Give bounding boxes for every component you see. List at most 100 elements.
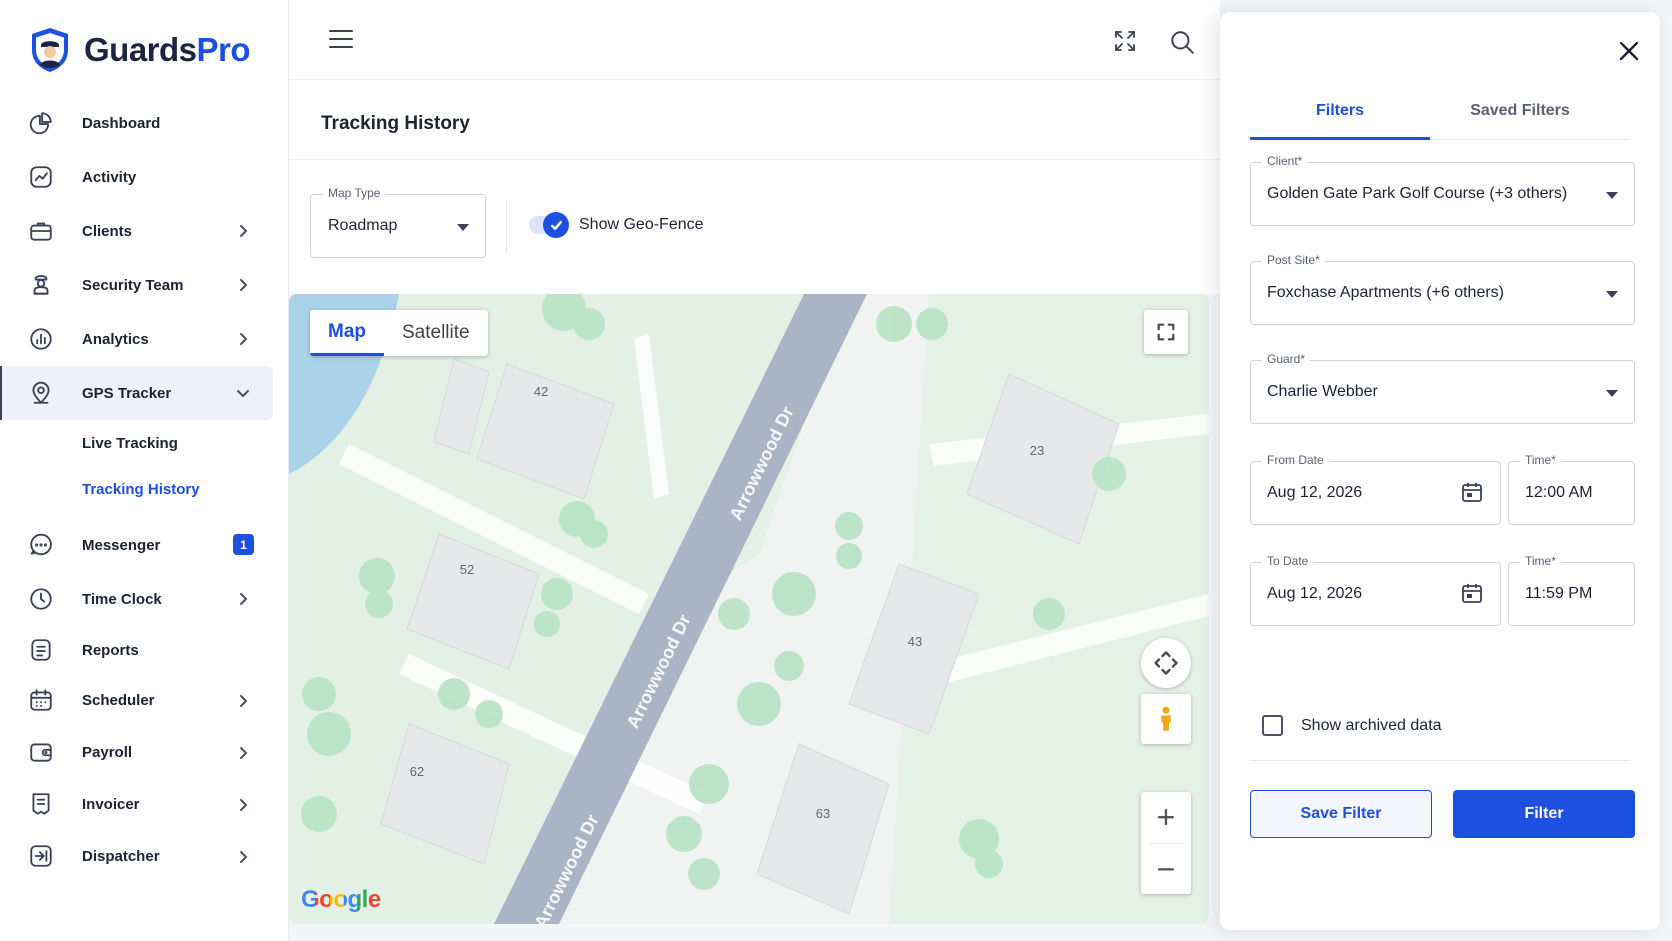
sidebar-item-label: Analytics: [82, 330, 149, 348]
pie-chart-icon: [28, 110, 54, 136]
tab-saved-filters[interactable]: Saved Filters: [1430, 82, 1610, 139]
divider: [1250, 760, 1630, 761]
toggle-track: [529, 212, 569, 238]
to-time-label: Time*: [1520, 554, 1561, 568]
lot-number: 62: [410, 764, 424, 779]
zoom-in-button[interactable]: +: [1141, 792, 1191, 843]
checkbox[interactable]: [1262, 715, 1283, 736]
sidebar-subitem-tracking-history[interactable]: Tracking History: [0, 466, 289, 512]
divider: [506, 200, 507, 252]
sidebar-item-messenger[interactable]: Messenger 1: [0, 518, 289, 572]
chevron-right-icon: [235, 797, 251, 813]
lot-number: 43: [908, 634, 922, 649]
from-time-label: Time*: [1520, 453, 1561, 467]
sidebar-nav: Dashboard Activity Clients Security Team…: [0, 96, 289, 882]
sidebar-item-invoicer[interactable]: Invoicer: [0, 778, 289, 830]
from-time-value: 12:00 AM: [1525, 484, 1593, 501]
from-date-label: From Date: [1262, 453, 1329, 467]
filter-button[interactable]: Filter: [1453, 790, 1635, 838]
map-fullscreen-button[interactable]: [1144, 310, 1188, 354]
sidebar-item-gps-tracker[interactable]: GPS Tracker: [0, 366, 273, 420]
sidebar-item-analytics[interactable]: Analytics: [0, 312, 289, 366]
map-type-value: Roadmap: [328, 217, 398, 234]
sidebar-item-activity[interactable]: Activity: [0, 150, 289, 204]
map-type-select[interactable]: Map Type Roadmap: [310, 186, 486, 258]
to-time-value: 11:59 PM: [1525, 585, 1593, 602]
sidebar-item-label: Time Clock: [82, 590, 162, 608]
sidebar: GuardsPro Dashboard Activity Clients Sec…: [0, 0, 289, 941]
sidebar-item-label: Security Team: [82, 276, 184, 294]
activity-chart-icon: [28, 164, 54, 190]
lot-number: 42: [534, 384, 548, 399]
sidebar-item-label: Payroll: [82, 743, 133, 761]
chevron-right-icon: [235, 277, 251, 293]
map-pan-control[interactable]: [1141, 638, 1191, 688]
chevron-right-icon: [235, 745, 251, 761]
brand-name: GuardsPro: [84, 31, 251, 68]
from-date-value: Aug 12, 2026: [1267, 484, 1363, 501]
calendar-icon[interactable]: [1460, 480, 1484, 504]
sidebar-item-dispatcher[interactable]: Dispatcher: [0, 830, 289, 882]
calendar-icon[interactable]: [1460, 581, 1484, 605]
sidebar-item-scheduler[interactable]: Scheduler: [0, 674, 289, 726]
zoom-out-button[interactable]: −: [1141, 844, 1191, 895]
caret-down-icon: [457, 224, 469, 231]
sidebar-item-label: Scheduler: [82, 691, 155, 709]
guard-label: Guard*: [1262, 352, 1311, 366]
top-bar: [289, 0, 1220, 80]
to-date-label: To Date: [1262, 554, 1314, 568]
sidebar-item-label: GPS Tracker: [82, 384, 172, 402]
guard-value: Charlie Webber: [1267, 383, 1378, 400]
sidebar-item-clients[interactable]: Clients: [0, 204, 289, 258]
from-time-input[interactable]: Time* 12:00 AM: [1508, 453, 1635, 525]
filter-drawer: Filters Saved Filters Client* Golden Gat…: [1220, 12, 1660, 930]
sidebar-item-reports[interactable]: Reports: [0, 626, 289, 674]
caret-down-icon: [1606, 291, 1618, 298]
sidebar-item-security-team[interactable]: Security Team: [0, 258, 289, 312]
clock-icon: [28, 586, 54, 612]
map-toggle-map[interactable]: Map: [310, 310, 384, 356]
map-view[interactable]: Arrowwood Dr Arrowwood Dr Arrowwood Dr 4…: [289, 294, 1209, 924]
show-archived-label: Show archived data: [1301, 716, 1442, 734]
geofence-toggle[interactable]: Show Geo-Fence: [529, 212, 704, 238]
to-time-input[interactable]: Time* 11:59 PM: [1508, 554, 1635, 626]
sidebar-item-payroll[interactable]: Payroll: [0, 726, 289, 778]
wallet-icon: [28, 739, 54, 765]
chevron-right-icon: [235, 331, 251, 347]
client-value: Golden Gate Park Golf Course (+3 others): [1267, 185, 1568, 202]
lot-number: 52: [460, 562, 474, 577]
close-icon[interactable]: [1615, 37, 1643, 65]
sidebar-item-label: Messenger: [82, 536, 161, 554]
sidebar-item-label: Dashboard: [82, 114, 161, 132]
sidebar-item-time-clock[interactable]: Time Clock: [0, 572, 289, 626]
page-header: Tracking History: [289, 80, 1220, 160]
tab-filters[interactable]: Filters: [1250, 82, 1430, 140]
check-icon: [543, 212, 569, 238]
map-type-label: Map Type: [323, 186, 386, 200]
chevron-right-icon: [235, 849, 251, 865]
search-icon[interactable]: [1169, 29, 1195, 55]
zoom-control: + −: [1141, 792, 1191, 894]
sidebar-item-dashboard[interactable]: Dashboard: [0, 96, 289, 150]
bar-chart-icon: [28, 326, 54, 352]
map-toggle-satellite[interactable]: Satellite: [384, 310, 488, 356]
show-archived-checkbox[interactable]: Show archived data: [1262, 715, 1442, 736]
chevron-right-icon: [235, 223, 251, 239]
from-date-input[interactable]: From Date Aug 12, 2026: [1250, 453, 1501, 525]
client-select[interactable]: Client* Golden Gate Park Golf Course (+3…: [1250, 154, 1635, 226]
brand-logo[interactable]: GuardsPro: [28, 26, 251, 74]
sidebar-subitem-live-tracking[interactable]: Live Tracking: [0, 420, 289, 466]
save-filter-button[interactable]: Save Filter: [1250, 790, 1432, 838]
fullscreen-icon: [1157, 323, 1175, 341]
post-site-select[interactable]: Post Site* Foxchase Apartments (+6 other…: [1250, 253, 1635, 325]
sidebar-item-label: Reports: [82, 641, 139, 659]
guard-select[interactable]: Guard* Charlie Webber: [1250, 352, 1635, 424]
fullscreen-icon[interactable]: [1113, 29, 1137, 53]
guard-icon: [28, 272, 54, 298]
map-type-toggle: Map Satellite: [310, 310, 488, 356]
menu-icon[interactable]: [329, 30, 353, 50]
street-view-button[interactable]: [1141, 694, 1191, 744]
chat-icon: [28, 532, 54, 558]
pegman-icon: [1161, 706, 1171, 731]
to-date-input[interactable]: To Date Aug 12, 2026: [1250, 554, 1501, 626]
